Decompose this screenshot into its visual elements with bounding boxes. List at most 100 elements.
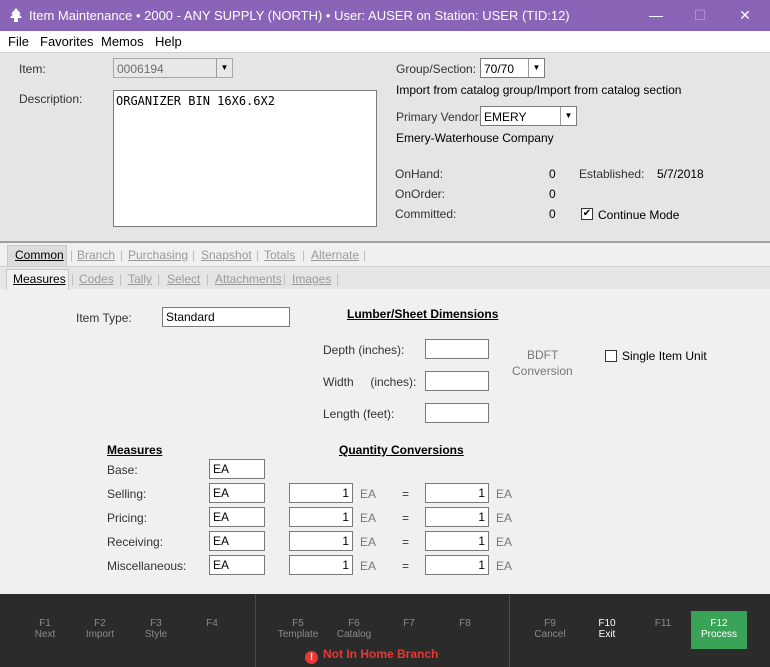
f12-text: F12 Process: [691, 618, 747, 640]
pricing-qty-input[interactable]: 1: [289, 507, 353, 527]
group-section-label: Group/Section:: [396, 62, 477, 76]
selling-qty2-unit: EA: [496, 487, 513, 501]
tab-branch[interactable]: Branch: [77, 248, 115, 262]
conversion-label: Conversion: [512, 364, 573, 378]
description-label: Description:: [19, 92, 83, 106]
committed-value: 0: [549, 207, 556, 221]
f1-next-button[interactable]: F1 Next: [17, 618, 73, 640]
miscellaneous-unit-input[interactable]: EA: [209, 555, 265, 575]
quantity-conversions-header: Quantity Conversions: [339, 443, 464, 457]
miscellaneous-qty2-unit: EA: [496, 559, 513, 573]
f2-import-button[interactable]: F2 Import: [72, 618, 128, 640]
depth-input[interactable]: [425, 339, 489, 359]
main-tab-row: Common | Branch | Purchasing | Snapshot …: [0, 243, 770, 266]
width-input[interactable]: [425, 371, 489, 391]
tab-separator: |: [119, 272, 123, 286]
receiving-qty2-unit: EA: [496, 535, 513, 549]
item-type-label: Item Type:: [76, 311, 132, 325]
fkey-code: F8: [459, 618, 471, 629]
tab-common[interactable]: Common: [15, 248, 64, 262]
tab-purchasing[interactable]: Purchasing: [128, 248, 188, 262]
f5-template-button[interactable]: F5 Template: [270, 618, 326, 640]
pricing-unit-input[interactable]: EA: [209, 507, 265, 527]
minimize-button[interactable]: —: [633, 0, 679, 31]
f9-cancel-button[interactable]: F9 Cancel: [522, 618, 578, 640]
onorder-value: 0: [549, 187, 556, 201]
tab-separator: |: [302, 248, 306, 262]
receiving-qty-unit: EA: [360, 535, 377, 549]
tab-measures[interactable]: Measures: [13, 272, 66, 286]
item-value: 0006194: [117, 62, 164, 76]
f6-catalog-button[interactable]: F6 Catalog: [326, 618, 382, 640]
tab-select[interactable]: Select: [167, 272, 200, 286]
maximize-button: ☐: [693, 7, 707, 23]
sub-tab-row: Measures | Codes | Tally | Select | Atta…: [0, 266, 770, 290]
chevron-down-icon[interactable]: ▼: [528, 59, 544, 77]
primary-vendor-combo[interactable]: EMERY ▼: [480, 106, 577, 126]
selling-label: Selling:: [107, 487, 147, 501]
menu-help[interactable]: Help: [155, 34, 182, 49]
f8-button[interactable]: F8: [437, 618, 493, 629]
description-textarea[interactable]: ORGANIZER BIN 16X6.6X2: [113, 90, 377, 227]
tab-codes[interactable]: Codes: [79, 272, 114, 286]
miscellaneous-label: Miscellaneous:: [107, 559, 187, 573]
menu-favorites[interactable]: Favorites: [40, 34, 93, 49]
f11-button[interactable]: F11: [635, 618, 691, 629]
primary-vendor-label: Primary Vendor:: [396, 110, 483, 124]
pricing-qty2-input[interactable]: 1: [425, 507, 489, 527]
fkey-label: Catalog: [336, 629, 372, 640]
f4-button[interactable]: F4: [184, 618, 240, 629]
tab-snapshot[interactable]: Snapshot: [201, 248, 252, 262]
selling-qty-input[interactable]: 1: [289, 483, 353, 503]
tab-totals[interactable]: Totals: [264, 248, 295, 262]
equals-sign: =: [402, 487, 410, 501]
tab-alternate[interactable]: Alternate: [311, 248, 359, 262]
item-type-input[interactable]: Standard: [162, 307, 290, 327]
length-input[interactable]: [425, 403, 489, 423]
pricing-qty-unit: EA: [360, 511, 377, 525]
base-unit-input[interactable]: EA: [209, 459, 265, 479]
fkey-code: F9: [544, 618, 556, 629]
selling-qty2-input[interactable]: 1: [425, 483, 489, 503]
fkey-label: Import: [85, 629, 115, 640]
warning-text: Not In Home Branch: [323, 647, 439, 661]
receiving-label: Receiving:: [107, 535, 164, 549]
f3-style-button[interactable]: F3 Style: [128, 618, 184, 640]
equals-sign: =: [402, 559, 410, 573]
tab-tally[interactable]: Tally: [128, 272, 152, 286]
chevron-down-icon: ▼: [216, 59, 232, 77]
f12-process-button[interactable]: F12 Process: [691, 611, 747, 649]
fkey-code: F10: [598, 618, 616, 629]
receiving-qty2-input[interactable]: 1: [425, 531, 489, 551]
f10-exit-button[interactable]: F10 Exit: [579, 618, 635, 640]
tab-separator: |: [70, 248, 74, 262]
f7-button[interactable]: F7: [381, 618, 437, 629]
home-branch-warning: ! Not In Home Branch: [305, 647, 438, 664]
single-item-unit-checkbox[interactable]: [605, 350, 617, 362]
equals-sign: =: [402, 511, 410, 525]
miscellaneous-qty-input[interactable]: 1: [289, 555, 353, 575]
selling-unit-input[interactable]: EA: [209, 483, 265, 503]
close-button[interactable]: ✕: [722, 0, 768, 31]
base-label: Base:: [107, 463, 138, 477]
pricing-qty2-unit: EA: [496, 511, 513, 525]
fkey-code: F6: [348, 618, 360, 629]
tab-images[interactable]: Images: [292, 272, 331, 286]
group-section-combo[interactable]: 70/70 ▼: [480, 58, 545, 78]
fkey-group-separator: [255, 594, 256, 667]
menu-memos[interactable]: Memos: [101, 34, 144, 49]
fkey-label: Style: [144, 629, 168, 640]
fkey-group-separator: [509, 594, 510, 667]
receiving-qty-input[interactable]: 1: [289, 531, 353, 551]
menu-file[interactable]: File: [8, 34, 29, 49]
continue-mode-checkbox[interactable]: ✔: [581, 208, 593, 220]
fkey-code: F3: [150, 618, 162, 629]
fkey-code: F5: [292, 618, 304, 629]
fkey-code: F12: [710, 618, 728, 629]
length-label: Length (feet):: [323, 407, 395, 421]
chevron-down-icon[interactable]: ▼: [560, 107, 576, 125]
tab-attachments[interactable]: Attachments: [215, 272, 282, 286]
receiving-unit-input[interactable]: EA: [209, 531, 265, 551]
miscellaneous-qty2-input[interactable]: 1: [425, 555, 489, 575]
onorder-label: OnOrder:: [395, 187, 446, 201]
